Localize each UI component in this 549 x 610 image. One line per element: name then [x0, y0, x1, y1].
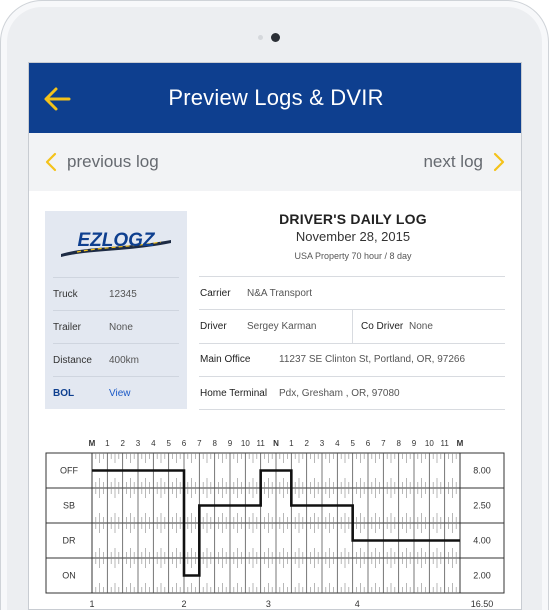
sensor-dot — [258, 35, 263, 40]
hour-label: 2 — [304, 439, 309, 448]
hour-label: 5 — [350, 439, 355, 448]
chevron-left-icon — [45, 152, 57, 172]
driver-label: Driver — [200, 321, 227, 332]
page-title: Preview Logs & DVIR — [168, 85, 384, 110]
trailer-row: Trailer None — [53, 310, 179, 343]
hour-label: N — [273, 439, 279, 448]
divider — [199, 409, 505, 410]
ezlogz-logo: EZLOGZ — [45, 211, 187, 277]
status-row-label: DR — [63, 536, 76, 546]
divider — [199, 276, 505, 277]
log-title: DRIVER'S DAILY LOG — [279, 211, 427, 227]
distance-row: Distance 400km — [53, 343, 179, 376]
hour-label: 7 — [381, 439, 386, 448]
previous-log-label: previous log — [67, 152, 159, 171]
log-navigation: previous log next log — [29, 133, 521, 191]
bottom-label: 3 — [266, 599, 271, 609]
status-total-value: 8.00 — [473, 466, 491, 476]
hour-label: 7 — [197, 439, 202, 448]
status-total-value: 2.50 — [473, 501, 491, 511]
status-total-value: 2.00 — [473, 571, 491, 581]
camera-dot — [271, 33, 280, 42]
divider — [199, 343, 505, 344]
duty-status-chart: M 1 2 3 4 5 6 7 8 9 10 11 N 1 2 3 4 5 6 7 8 9 10 11 MOFF 8.00SB 2.… — [45, 439, 505, 609]
bol-label: BOL — [53, 387, 75, 399]
bottom-label: 2 — [181, 599, 186, 609]
vehicle-info-panel: EZLOGZ Truck 12345 Trailer None Distance… — [45, 211, 187, 409]
bottom-label: 16.50 — [471, 599, 494, 609]
hour-label: 6 — [366, 439, 371, 448]
driver-value: Sergey Karman — [247, 321, 317, 332]
divider — [199, 376, 505, 377]
divider — [352, 310, 353, 343]
truck-value: 12345 — [109, 288, 137, 300]
bottom-label: 1 — [89, 599, 94, 609]
status-row-label: OFF — [60, 466, 78, 476]
hour-label: 3 — [320, 439, 325, 448]
hour-label: 11 — [441, 439, 450, 448]
hour-label: 10 — [241, 439, 250, 448]
codriver-value: None — [409, 321, 433, 332]
trailer-value: None — [109, 321, 133, 333]
hour-label: 1 — [105, 439, 110, 448]
hour-label: 3 — [136, 439, 141, 448]
hour-label: 4 — [151, 439, 156, 448]
next-log-label: next log — [423, 152, 483, 171]
carrier-value: N&A Transport — [247, 288, 313, 299]
hour-label: 1 — [289, 439, 294, 448]
previous-log-button[interactable]: previous log — [45, 150, 159, 174]
header-bar: Preview Logs & DVIR — [29, 63, 521, 133]
home-terminal-value: Pdx, Gresham , OR, 97080 — [279, 388, 400, 399]
hour-label: 10 — [425, 439, 434, 448]
app-screen: Preview Logs & DVIR previous log next lo… — [28, 62, 522, 610]
log-date: November 28, 2015 — [295, 229, 411, 244]
bol-row: BOL View — [53, 376, 179, 409]
main-office-value: 11237 SE Clinton St, Portland, OR, 97266 — [279, 354, 466, 365]
main-office-label: Main Office — [200, 354, 251, 365]
codriver-label: Co Driver — [361, 321, 404, 332]
status-total-value: 4.00 — [473, 536, 491, 546]
hour-label: 8 — [396, 439, 401, 448]
logo-text: EZLOGZ — [77, 230, 155, 251]
hour-label: 8 — [212, 439, 217, 448]
duty-status-graph: M 1 2 3 4 5 6 7 8 9 10 11 N 1 2 3 4 5 6 7 8 9 10 11 M OFF 8.00 SB 2.… — [29, 431, 521, 609]
hour-label: 4 — [335, 439, 340, 448]
trailer-label: Trailer — [53, 321, 81, 333]
truck-label: Truck — [53, 288, 78, 300]
distance-label: Distance — [53, 354, 92, 366]
hour-label: M — [457, 439, 464, 448]
log-cycle: USA Property 70 hour / 8 day — [294, 251, 412, 261]
next-log-button[interactable]: next log — [423, 150, 505, 174]
bottom-label: 4 — [355, 599, 360, 609]
hour-label: 9 — [228, 439, 233, 448]
hour-label: 6 — [182, 439, 187, 448]
chevron-right-icon — [493, 152, 505, 172]
distance-value: 400km — [109, 354, 140, 366]
hour-label: M — [89, 439, 96, 448]
hour-label: 2 — [120, 439, 125, 448]
carrier-label: Carrier — [200, 288, 231, 299]
bol-view-link[interactable]: View — [109, 388, 131, 399]
hour-label: 5 — [166, 439, 171, 448]
truck-row: Truck 12345 — [53, 277, 179, 310]
status-row-label: SB — [63, 501, 75, 511]
status-row-label: ON — [62, 571, 76, 581]
hour-label: 11 — [257, 439, 266, 448]
home-terminal-label: Home Terminal — [200, 388, 268, 399]
hour-label: 9 — [412, 439, 417, 448]
